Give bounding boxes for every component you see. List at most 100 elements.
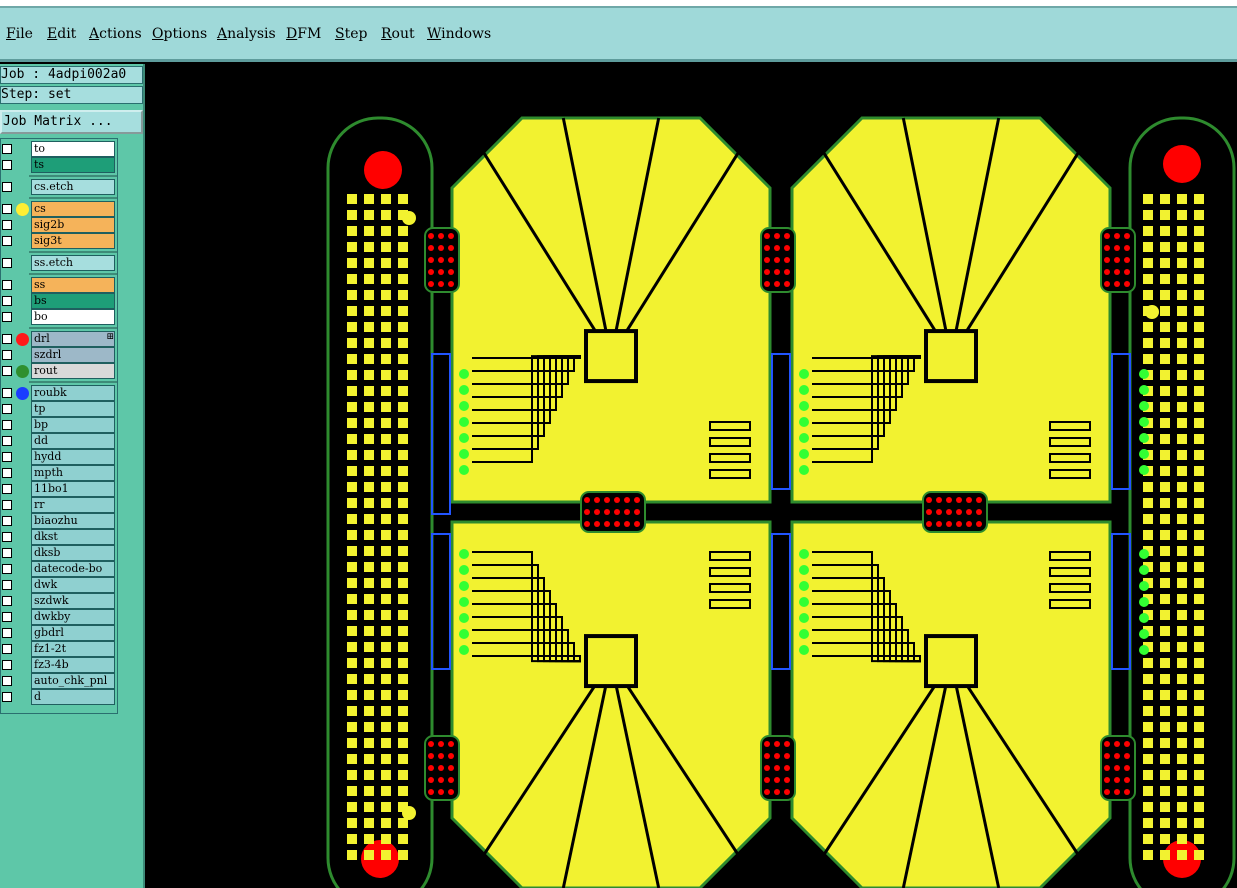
layer-row-to[interactable]: to bbox=[1, 141, 117, 157]
job-matrix-button[interactable]: Job Matrix ... bbox=[0, 110, 143, 134]
layer-name[interactable]: fz3-4b bbox=[31, 657, 115, 673]
layer-checkbox[interactable] bbox=[2, 144, 12, 154]
layer-checkbox[interactable] bbox=[2, 312, 12, 322]
menu-file[interactable]: File bbox=[6, 26, 33, 42]
layer-checkbox[interactable] bbox=[2, 516, 12, 526]
layer-name[interactable]: sig2b bbox=[31, 217, 115, 233]
layer-name[interactable]: dkst bbox=[31, 529, 115, 545]
menu-step[interactable]: Step bbox=[335, 26, 367, 42]
menu-edit[interactable]: Edit bbox=[47, 26, 76, 42]
layer-name[interactable]: mpth bbox=[31, 465, 115, 481]
layer-row-drl[interactable]: drl ⊞ bbox=[1, 331, 117, 347]
layer-name[interactable]: datecode-bo bbox=[31, 561, 115, 577]
layer-row-bo[interactable]: bo bbox=[1, 309, 117, 325]
menu-rout[interactable]: Rout bbox=[381, 26, 415, 42]
layer-checkbox[interactable] bbox=[2, 580, 12, 590]
layer-checkbox[interactable] bbox=[2, 334, 12, 344]
layer-name[interactable]: bo bbox=[31, 309, 115, 325]
layer-row-sig2b[interactable]: sig2b bbox=[1, 217, 117, 233]
layer-checkbox[interactable] bbox=[2, 204, 12, 214]
layer-name[interactable]: roubk bbox=[31, 385, 115, 401]
layer-checkbox[interactable] bbox=[2, 676, 12, 686]
layer-name[interactable]: dwkby bbox=[31, 609, 115, 625]
layer-name[interactable]: bp bbox=[31, 417, 115, 433]
layer-row-datecode-bo[interactable]: datecode-bo bbox=[1, 561, 117, 577]
layer-row-tp[interactable]: tp bbox=[1, 401, 117, 417]
layer-row-rr[interactable]: rr bbox=[1, 497, 117, 513]
layer-row-cs[interactable]: cs bbox=[1, 201, 117, 217]
layer-name[interactable]: drl bbox=[31, 331, 115, 347]
layer-row-auto_chk_pnl[interactable]: auto_chk_pnl bbox=[1, 673, 117, 689]
layer-name[interactable]: gbdrl bbox=[31, 625, 115, 641]
layer-row-fz1-2t[interactable]: fz1-2t bbox=[1, 641, 117, 657]
menu-analysis[interactable]: Analysis bbox=[217, 26, 276, 42]
layer-name[interactable]: hydd bbox=[31, 449, 115, 465]
layer-row-roubk[interactable]: roubk bbox=[1, 385, 117, 401]
pcb-drawing[interactable] bbox=[147, 64, 1237, 888]
layer-checkbox[interactable] bbox=[2, 468, 12, 478]
layer-checkbox[interactable] bbox=[2, 296, 12, 306]
layer-name[interactable]: dwk bbox=[31, 577, 115, 593]
menu-options[interactable]: Options bbox=[152, 26, 207, 42]
layer-name[interactable]: to bbox=[31, 141, 115, 157]
layer-checkbox[interactable] bbox=[2, 236, 12, 246]
layer-row-rout[interactable]: rout bbox=[1, 363, 117, 379]
layer-name[interactable]: biaozhu bbox=[31, 513, 115, 529]
layer-row-hydd[interactable]: hydd bbox=[1, 449, 117, 465]
layer-checkbox[interactable] bbox=[2, 436, 12, 446]
layer-name[interactable]: cs bbox=[31, 201, 115, 217]
layer-row-ss[interactable]: ss bbox=[1, 277, 117, 293]
layer-checkbox[interactable] bbox=[2, 644, 12, 654]
layer-checkbox[interactable] bbox=[2, 280, 12, 290]
layer-name[interactable]: szdrl bbox=[31, 347, 115, 363]
layer-name[interactable]: rr bbox=[31, 497, 115, 513]
expand-icon[interactable]: ⊞ bbox=[106, 332, 114, 342]
layer-checkbox[interactable] bbox=[2, 404, 12, 414]
layer-row-dd[interactable]: dd bbox=[1, 433, 117, 449]
layer-row-dkst[interactable]: dkst bbox=[1, 529, 117, 545]
layer-row-bs[interactable]: bs bbox=[1, 293, 117, 309]
layer-name[interactable]: auto_chk_pnl bbox=[31, 673, 115, 689]
layer-checkbox[interactable] bbox=[2, 692, 12, 702]
layer-checkbox[interactable] bbox=[2, 596, 12, 606]
layer-checkbox[interactable] bbox=[2, 350, 12, 360]
layer-row-biaozhu[interactable]: biaozhu bbox=[1, 513, 117, 529]
layer-checkbox[interactable] bbox=[2, 548, 12, 558]
layer-checkbox[interactable] bbox=[2, 500, 12, 510]
layer-name[interactable]: d bbox=[31, 689, 115, 705]
menu-actions[interactable]: Actions bbox=[89, 26, 142, 42]
layer-row-bp[interactable]: bp bbox=[1, 417, 117, 433]
layer-name[interactable]: rout bbox=[31, 363, 115, 379]
layer-name[interactable]: sig3t bbox=[31, 233, 115, 249]
layer-name[interactable]: ts bbox=[31, 157, 115, 173]
layer-row-11bo1[interactable]: 11bo1 bbox=[1, 481, 117, 497]
layer-checkbox[interactable] bbox=[2, 612, 12, 622]
layer-row-dwk[interactable]: dwk bbox=[1, 577, 117, 593]
graphic-canvas[interactable] bbox=[147, 64, 1237, 888]
layer-name[interactable]: dd bbox=[31, 433, 115, 449]
layer-name[interactable]: cs.etch bbox=[31, 179, 115, 195]
menu-windows[interactable]: Windows bbox=[427, 26, 491, 42]
layer-row-szdwk[interactable]: szdwk bbox=[1, 593, 117, 609]
layer-checkbox[interactable] bbox=[2, 160, 12, 170]
menu-dfm[interactable]: DFM bbox=[286, 26, 321, 42]
layer-checkbox[interactable] bbox=[2, 366, 12, 376]
layer-checkbox[interactable] bbox=[2, 564, 12, 574]
layer-row-szdrl[interactable]: szdrl bbox=[1, 347, 117, 363]
layer-checkbox[interactable] bbox=[2, 420, 12, 430]
layer-row-dksb[interactable]: dksb bbox=[1, 545, 117, 561]
layer-row-cs.etch[interactable]: cs.etch bbox=[1, 179, 117, 195]
layer-name[interactable]: szdwk bbox=[31, 593, 115, 609]
layer-name[interactable]: ss bbox=[31, 277, 115, 293]
layer-row-gbdrl[interactable]: gbdrl bbox=[1, 625, 117, 641]
layer-row-ss.etch[interactable]: ss.etch bbox=[1, 255, 117, 271]
layer-row-sig3t[interactable]: sig3t bbox=[1, 233, 117, 249]
layer-name[interactable]: ss.etch bbox=[31, 255, 115, 271]
layer-checkbox[interactable] bbox=[2, 258, 12, 268]
layer-name[interactable]: dksb bbox=[31, 545, 115, 561]
layer-checkbox[interactable] bbox=[2, 388, 12, 398]
layer-name[interactable]: fz1-2t bbox=[31, 641, 115, 657]
layer-name[interactable]: 11bo1 bbox=[31, 481, 115, 497]
layer-checkbox[interactable] bbox=[2, 532, 12, 542]
layer-checkbox[interactable] bbox=[2, 452, 12, 462]
